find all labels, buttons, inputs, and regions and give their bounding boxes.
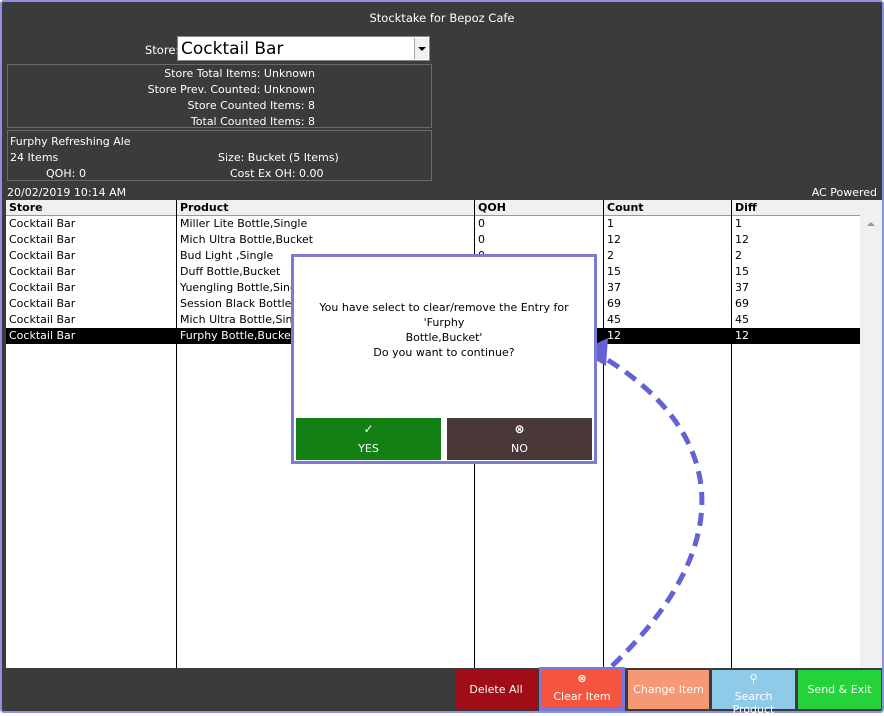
search-product-label: Search Product (732, 690, 775, 716)
delete-all-button[interactable]: Delete All (455, 670, 537, 709)
close-circle-icon: ⊗ (577, 672, 587, 685)
confirm-dialog: You have select to clear/remove the Entr… (291, 254, 597, 464)
no-button-label: NO (511, 442, 528, 455)
dialog-message-line: You have select to clear/remove the Entr… (319, 301, 569, 329)
app-window: Stocktake for Bepoz Cafe Store: Cocktail… (0, 0, 884, 716)
no-button[interactable]: ⊗ NO (447, 418, 592, 460)
clear-item-label: Clear Item (553, 690, 611, 703)
yes-button-label: YES (358, 442, 379, 455)
send-exit-button[interactable]: Send & Exit (798, 670, 881, 709)
clear-item-button[interactable]: ⊗ Clear Item (539, 667, 625, 711)
search-product-button[interactable]: ⚲ Search Product (712, 670, 795, 716)
change-item-label: Change Item (633, 683, 704, 696)
search-icon: ⚲ (749, 672, 758, 685)
delete-all-label: Delete All (469, 683, 523, 696)
close-circle-icon: ⊗ (514, 422, 525, 436)
dialog-message-line: Do you want to continue? (373, 346, 515, 359)
yes-button[interactable]: ✓ YES (296, 418, 441, 460)
send-exit-label: Send & Exit (807, 683, 872, 696)
dialog-message-line: Bottle,Bucket' (405, 331, 483, 344)
check-icon: ✓ (363, 422, 374, 436)
change-item-button[interactable]: Change Item (628, 670, 709, 709)
dialog-message: You have select to clear/remove the Entr… (304, 300, 584, 360)
